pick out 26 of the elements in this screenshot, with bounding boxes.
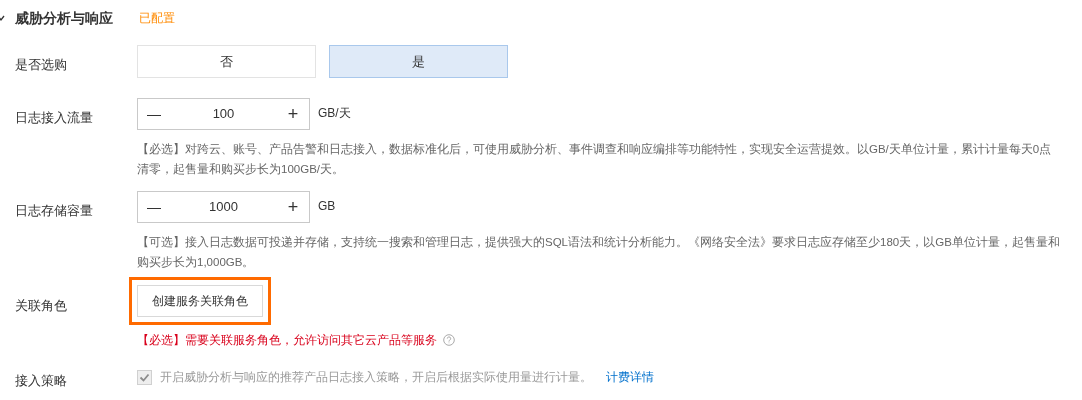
option-button[interactable]: 否 [137, 45, 316, 78]
number-input[interactable]: 100 [170, 104, 277, 124]
number-stepper[interactable]: — 1000 + [137, 191, 310, 223]
field-label: 是否选购 [15, 57, 67, 72]
number-input[interactable]: 1000 [170, 197, 277, 217]
unit-label: GB [318, 198, 336, 215]
help-text: 【必选】对跨云、账号、产品告警和日志接入，数据标准化后，可使用威胁分析、事件调查和响应编排等功能特性，实现安全运营提效。以GB/天单位计量，累计计量每天0点清零，起售量和购买步长为100GB/天。 [137, 142, 1053, 177]
field-label: 日志接入流量 [15, 110, 93, 125]
decrement-button[interactable]: — [138, 192, 170, 222]
option-button[interactable]: 是 [329, 45, 508, 78]
unit-label: GB/天 [318, 105, 351, 122]
error-text: 【必选】需要关联服务角色，允许访问其它云产品等服务 [137, 332, 437, 349]
field-label: 关联角色 [15, 297, 67, 313]
increment-button[interactable]: + [277, 192, 309, 222]
checkbox-label: 开启威胁分析与响应的推荐产品日志接入策略，开启后根据实际使用量进行计量。 [160, 369, 592, 386]
increment-button[interactable]: + [277, 99, 309, 129]
number-stepper[interactable]: — 100 + [137, 98, 310, 130]
help-icon [443, 334, 455, 346]
decrement-button[interactable]: — [138, 99, 170, 129]
help-text: 【可选】接入日志数据可投递并存储，支持统一搜索和管理日志，提供强大的SQL语法和统计分析能力。《网络安全法》要求日志应存储至少180天，以GB单位计量，起售量和购买步长为1,000GB。 [137, 235, 1061, 270]
field-label: 日志存储容量 [15, 203, 93, 218]
section-title: 威胁分析与响应 [15, 8, 113, 28]
create-role-button[interactable]: 创建服务关联角色 [137, 285, 263, 317]
check-icon [139, 371, 150, 383]
status-text: 已配置 [139, 10, 175, 27]
field-label: 接入策略 [15, 373, 67, 388]
